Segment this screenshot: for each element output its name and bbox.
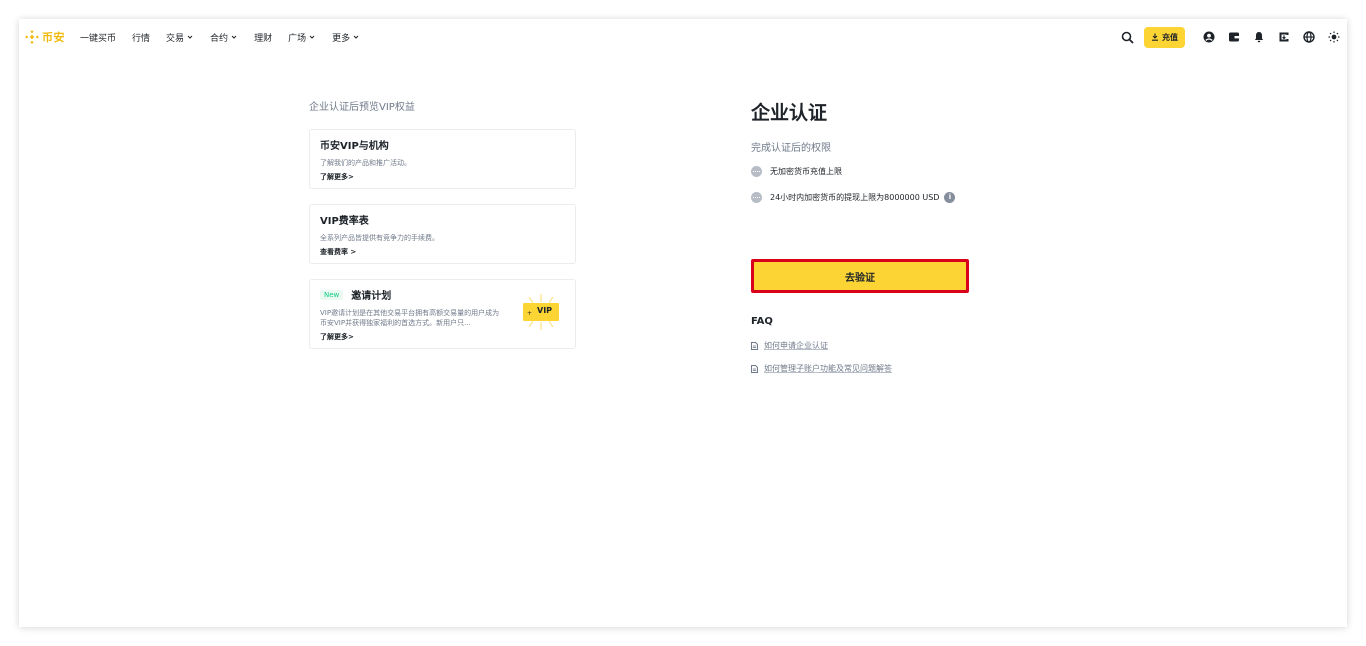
vip-preview-section: 企业认证后预览VIP权益 币安VIP与机构 了解我们的产品和推广活动。 了解更多… (309, 98, 576, 364)
chevron-down-icon (308, 33, 316, 41)
binance-logo[interactable]: 币安 (25, 29, 65, 45)
nav-label: 合约 (210, 33, 229, 44)
nav-item-more[interactable]: 更多 (332, 31, 360, 44)
card-description: 了解我们的产品和推广活动。 (320, 159, 411, 167)
card-vip-fee-schedule[interactable]: VIP费率表 全系列产品皆提供有竞争力的手续费。 查看费率 > (309, 204, 576, 264)
vip-illustration: + VIP (519, 294, 563, 330)
download-icon (1152, 33, 1158, 41)
faq-item[interactable]: 如何管理子账户功能及常见问题解答 (751, 363, 1071, 374)
nav-label: 更多 (332, 33, 351, 44)
main-nav: 一键买币 行情 交易 合约 理财 广场 更多 (80, 30, 376, 44)
chevron-down-icon (186, 33, 194, 41)
faq-section: FAQ 如何申请企业认证 如何管理子账户功能及常见问题解答 (751, 316, 1071, 386)
top-nav-bar: 币安 一键买币 行情 交易 合约 理财 广场 更多 充值 (19, 19, 1347, 55)
benefit-item: 无加密货币充值上限 (751, 165, 1071, 177)
card-title: VIP费率表 (320, 212, 565, 227)
nav-item-square[interactable]: 广场 (288, 31, 316, 44)
svg-text:+: + (527, 310, 532, 317)
card-invite-program[interactable]: New 邀请计划 VIP邀请计划是在其他交易平台拥有高额交易量的用户成为币安VI… (309, 279, 576, 349)
document-icon (751, 364, 758, 373)
vip-art-label: VIP (537, 306, 553, 315)
deposit-button[interactable]: 充值 (1144, 26, 1185, 48)
more-dots-icon (751, 165, 762, 177)
search-icon[interactable] (1120, 30, 1134, 44)
download-app-icon[interactable] (1277, 30, 1291, 44)
benefit-text: 无加密货币充值上限 (770, 166, 842, 176)
card-title-text: 邀请计划 (351, 291, 392, 302)
benefits-heading: 完成认证后的权限 (751, 143, 831, 154)
benefit-item: 24小时内加密货币的提现上限为8000000 USD i (751, 191, 1071, 203)
theme-icon[interactable] (1327, 30, 1341, 44)
nav-item-earn[interactable]: 理财 (254, 31, 272, 44)
header-actions: 充值 (1109, 26, 1341, 48)
info-icon[interactable]: i (944, 191, 956, 203)
card-description: 全系列产品皆提供有竞争力的手续费。 (320, 234, 439, 242)
faq-item[interactable]: 如何申请企业认证 (751, 340, 1071, 351)
faq-link-text: 如何申请企业认证 (764, 341, 828, 350)
card-vip-institutional[interactable]: 币安VIP与机构 了解我们的产品和推广活动。 了解更多> (309, 129, 576, 189)
new-badge: New (320, 289, 344, 300)
wallet-icon[interactable] (1227, 30, 1241, 44)
nav-label: 一键买币 (80, 33, 117, 44)
logo-text: 币安 (42, 31, 65, 44)
benefit-text: 24小时内加密货币的提现上限为8000000 USD (770, 192, 940, 202)
nav-item-buy-crypto[interactable]: 一键买币 (80, 31, 116, 44)
nav-item-markets[interactable]: 行情 (132, 31, 150, 44)
deposit-label: 充值 (1162, 32, 1178, 42)
nav-label: 广场 (288, 33, 307, 44)
nav-item-trade[interactable]: 交易 (166, 31, 194, 44)
learn-more-link[interactable]: 了解更多> (320, 332, 505, 342)
card-description: VIP邀请计划是在其他交易平台拥有高额交易量的用户成为币安VIP并获得独家福利的… (320, 309, 500, 327)
more-dots-icon (751, 191, 762, 203)
user-icon[interactable] (1202, 30, 1216, 44)
card-title-text: 币安VIP与机构 (320, 141, 389, 152)
view-fees-link[interactable]: 查看费率 > (320, 247, 565, 257)
enterprise-verification-section: 企业认证 完成认证后的权限 无加密货币充值上限 24小时内加密货币的提现上限为8… (751, 98, 1071, 373)
card-title: 币安VIP与机构 (320, 137, 565, 152)
page-title: 企业认证 (751, 102, 828, 124)
card-title-text: VIP费率表 (320, 216, 369, 227)
chevron-down-icon (230, 33, 238, 41)
nav-item-futures[interactable]: 合约 (210, 31, 238, 44)
learn-more-link[interactable]: 了解更多> (320, 172, 565, 182)
faq-title: FAQ (751, 316, 773, 327)
nav-label: 交易 (166, 33, 185, 44)
page-frame: 币安 一键买币 行情 交易 合约 理财 广场 更多 充值 企业认证后预览VIP权… (19, 19, 1347, 627)
document-icon (751, 341, 758, 350)
bell-icon[interactable] (1252, 30, 1266, 44)
faq-link-text: 如何管理子账户功能及常见问题解答 (764, 364, 892, 373)
nav-label: 理财 (254, 33, 273, 44)
binance-logo-icon (25, 30, 39, 44)
chevron-down-icon (352, 33, 360, 41)
card-title: New 邀请计划 (320, 287, 505, 302)
globe-icon[interactable] (1302, 30, 1316, 44)
nav-label: 行情 (132, 33, 151, 44)
section-title: 企业认证后预览VIP权益 (309, 102, 415, 113)
verify-button[interactable]: 去验证 (751, 259, 969, 293)
